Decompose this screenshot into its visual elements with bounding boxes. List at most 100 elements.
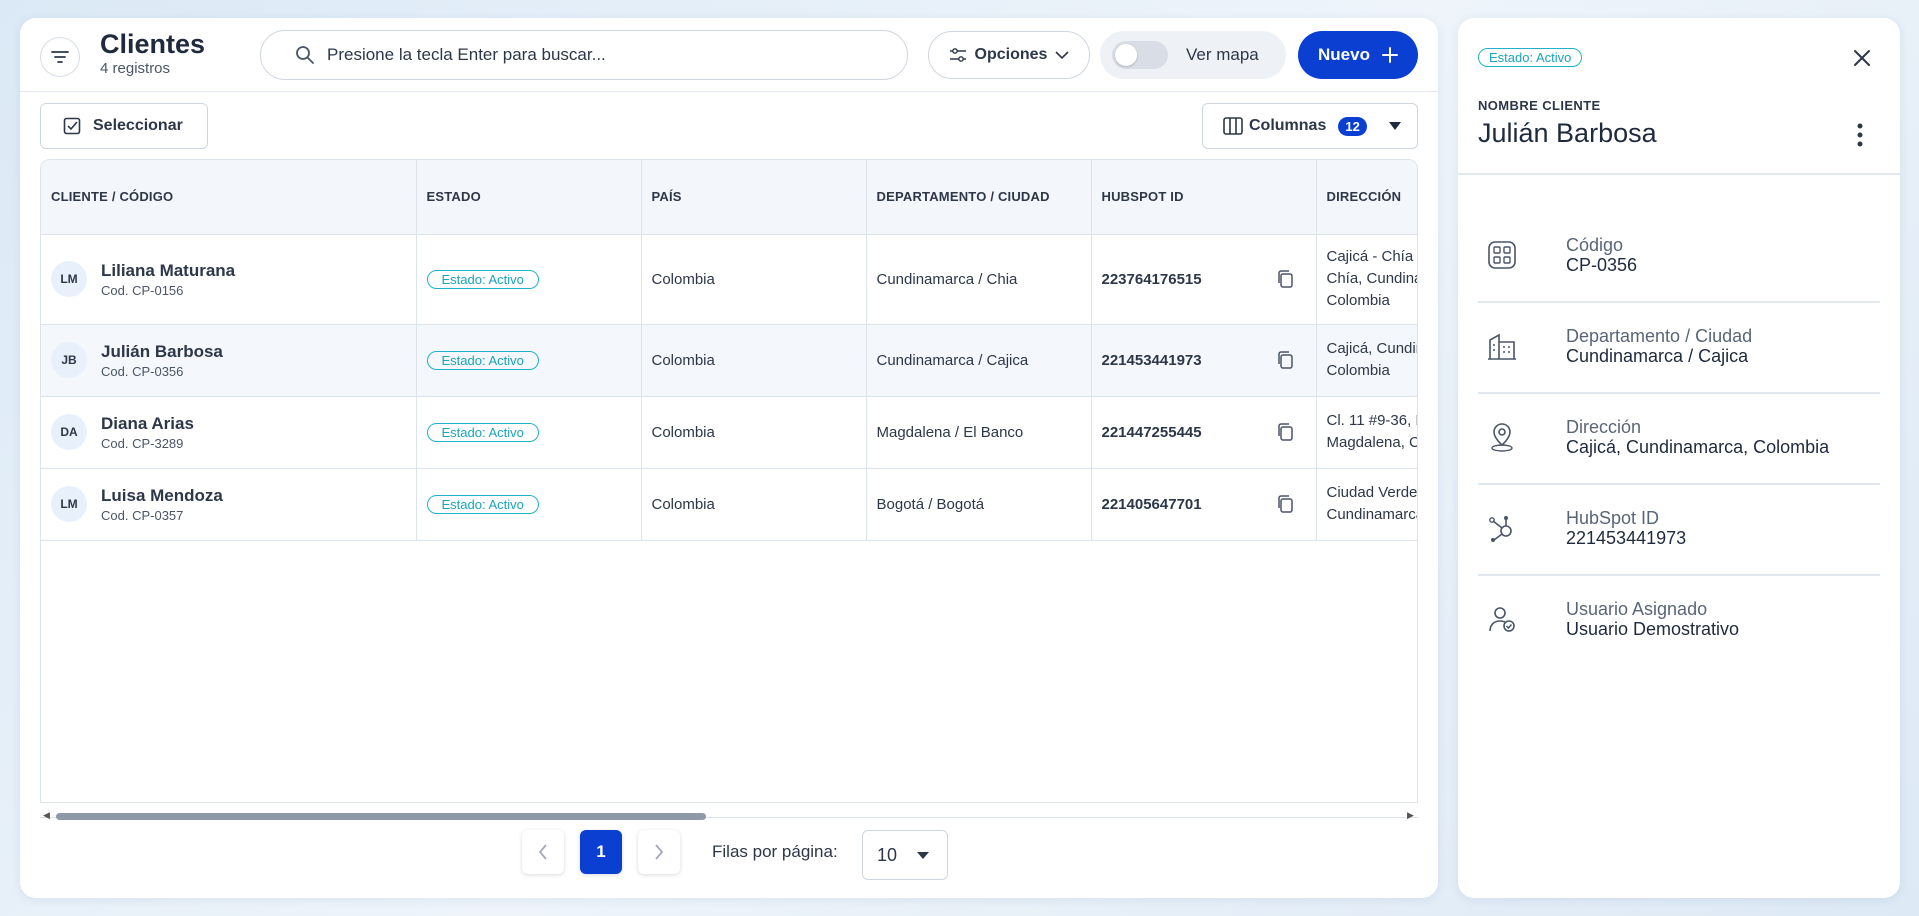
- rows-per-page-value: 10: [877, 844, 898, 865]
- columns-icon: [1223, 117, 1243, 135]
- next-page-button[interactable]: [638, 830, 680, 874]
- scrollbar-thumb[interactable]: [56, 813, 706, 820]
- detail-client-name: Julián Barbosa: [1478, 118, 1657, 148]
- hubspot-id: 221453441973: [1101, 351, 1202, 369]
- search-input[interactable]: [327, 45, 887, 65]
- country-cell: Colombia: [641, 234, 867, 325]
- column-header-status[interactable]: ESTADO: [416, 160, 642, 235]
- detail-status-badge: Estado: Activo: [1478, 48, 1583, 67]
- status-badge: Estado: Activo: [426, 422, 539, 442]
- columns-label: Columnas: [1249, 117, 1327, 134]
- location-pin-icon: [1491, 423, 1513, 452]
- detail-label: Dirección: [1566, 417, 1642, 437]
- filter-icon: [51, 51, 69, 63]
- dept-city-cell: Cundinamarca / Cajica: [866, 324, 1092, 397]
- select-label: Seleccionar: [93, 117, 183, 134]
- avatar: DA: [51, 414, 87, 450]
- detail-label: Usuario Asignado: [1566, 599, 1708, 619]
- buildings-icon: [1488, 333, 1516, 360]
- address-line: Colombia: [1326, 292, 1390, 309]
- address-line: Colombia: [1326, 362, 1390, 379]
- client-name: Luisa Mendoza: [101, 485, 223, 505]
- country-cell: Colombia: [641, 324, 867, 397]
- status-badge: Estado: Activo: [426, 350, 539, 370]
- copy-icon[interactable]: [1276, 494, 1294, 514]
- scroll-right-icon[interactable]: ▶: [1407, 810, 1414, 821]
- column-header-client[interactable]: CLIENTE / CÓDIGO: [41, 160, 417, 235]
- user-check-icon: [1489, 607, 1515, 632]
- address-line: Magdalena, Colombia: [1326, 434, 1418, 451]
- copy-icon[interactable]: [1276, 269, 1294, 289]
- qr-code-icon: [1488, 241, 1516, 269]
- chevron-left-icon: [538, 844, 547, 860]
- client-name: Diana Arias: [101, 413, 194, 433]
- table-row[interactable]: LM Liliana Maturana Cod. CP-0156 Estado: A…: [41, 234, 1418, 325]
- hubspot-id: 221447255445: [1101, 423, 1202, 441]
- sliders-icon: [949, 48, 966, 62]
- new-button[interactable]: Nuevo: [1298, 31, 1418, 79]
- hubspot-id: 223764176515: [1101, 270, 1202, 288]
- table-row[interactable]: JB Julián Barbosa Cod. CP-0356 Estado: Act…: [41, 324, 1417, 397]
- client-name: Julián Barbosa: [101, 341, 223, 361]
- filter-button[interactable]: [40, 37, 80, 77]
- detail-label: HubSpot ID: [1566, 508, 1660, 528]
- status-badge: Estado: Activo: [426, 494, 539, 514]
- address-line: Cajicá - Chía: [1326, 248, 1414, 265]
- avatar: LM: [51, 261, 87, 297]
- caret-down-icon: [1388, 122, 1401, 130]
- column-header-address[interactable]: DIRECCIÓN: [1316, 160, 1417, 235]
- search-box[interactable]: [260, 30, 908, 80]
- column-header-dept-city[interactable]: DEPARTAMENTO / CIUDAD: [866, 160, 1092, 235]
- more-vertical-icon[interactable]: [1856, 122, 1864, 148]
- pagination: 1 Filas por página: 10: [20, 830, 1438, 880]
- column-header-hubspot[interactable]: HUBSPOT ID: [1091, 160, 1317, 235]
- map-label: Ver mapa: [1186, 45, 1259, 64]
- map-toggle[interactable]: [1112, 41, 1168, 69]
- detail-item-assigned-user: Usuario Asignado Usuario Demostrativo: [1478, 577, 1880, 667]
- client-name: Liliana Maturana: [101, 260, 236, 280]
- select-button[interactable]: Seleccionar: [40, 103, 208, 149]
- address-line: Cundinamarca: [1326, 506, 1418, 523]
- address-line: Cl. 11 #9-36, El Banco,: [1326, 412, 1418, 429]
- clients-panel: Clientes 4 registros Opciones Ver mapa N…: [20, 18, 1438, 898]
- table-row[interactable]: LM Luisa Mendoza Cod. CP-0357 Estado: Acti…: [41, 468, 1418, 541]
- detail-item-dept-city: Departamento / Ciudad Cundinamarca / Caj…: [1478, 304, 1880, 394]
- caret-down-icon: [917, 851, 930, 859]
- detail-value: Usuario Demostrativo: [1566, 619, 1740, 639]
- plus-icon: [1381, 47, 1398, 63]
- detail-value: CP-0356: [1566, 255, 1638, 275]
- checkbox-icon: [63, 117, 81, 135]
- address-line: Chía, Cundinamarca: [1326, 270, 1418, 287]
- client-code: Cod. CP-0156: [101, 282, 184, 298]
- rows-per-page-label: Filas por página:: [712, 842, 838, 861]
- search-icon: [296, 46, 314, 64]
- close-icon[interactable]: [1850, 46, 1874, 70]
- detail-label: Código: [1566, 235, 1624, 255]
- column-header-country[interactable]: PAÍS: [641, 160, 867, 235]
- country-cell: Colombia: [641, 468, 867, 541]
- country-cell: Colombia: [641, 396, 867, 469]
- client-code: Cod. CP-0356: [101, 363, 184, 379]
- columns-button[interactable]: Columnas 12: [1202, 103, 1418, 149]
- detail-value: Cundinamarca / Cajica: [1566, 346, 1749, 366]
- dept-city-cell: Cundinamarca / Chia: [866, 234, 1092, 325]
- copy-icon[interactable]: [1276, 350, 1294, 370]
- divider: [1458, 173, 1900, 175]
- prev-page-button[interactable]: [522, 830, 564, 874]
- dept-city-cell: Bogotá / Bogotá: [866, 468, 1092, 541]
- detail-value: Cajicá, Cundinamarca, Colombia: [1566, 437, 1830, 457]
- top-bar: Clientes 4 registros Opciones Ver mapa N…: [20, 18, 1438, 92]
- options-button[interactable]: Opciones: [928, 31, 1090, 79]
- copy-icon[interactable]: [1276, 422, 1294, 442]
- rows-per-page-select[interactable]: 10: [862, 830, 948, 880]
- status-badge: Estado: Activo: [426, 269, 539, 289]
- hubspot-id: 221405647701: [1101, 495, 1202, 513]
- page-title: Clientes: [100, 29, 206, 59]
- columns-count-badge: 12: [1338, 116, 1367, 136]
- client-code: Cod. CP-0357: [101, 507, 184, 523]
- detail-label: Departamento / Ciudad: [1566, 326, 1753, 346]
- address-line: Ciudad Verde,: [1326, 484, 1418, 501]
- page-button-current[interactable]: 1: [580, 830, 622, 874]
- table-row[interactable]: DA Diana Arias Cod. CP-3289 Estado: Activo…: [41, 396, 1418, 469]
- scroll-left-icon[interactable]: ◀: [43, 810, 50, 821]
